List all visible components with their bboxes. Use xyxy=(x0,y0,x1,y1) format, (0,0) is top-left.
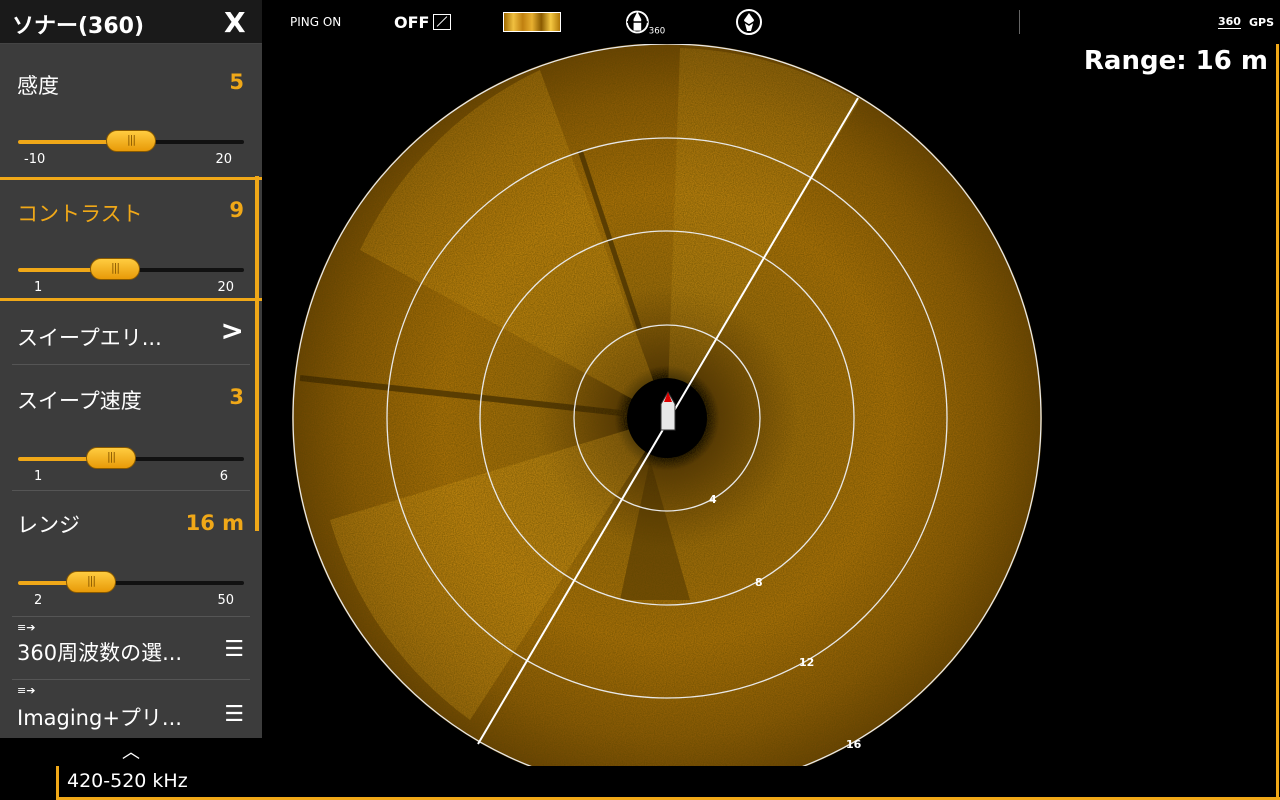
off-toggle-icon xyxy=(433,14,452,30)
contrast-label: コントラスト xyxy=(17,202,143,226)
off-button[interactable]: OFF xyxy=(394,0,452,44)
ring-label-4: 4 xyxy=(709,493,717,506)
sensitivity-value: 5 xyxy=(229,70,244,94)
close-panel-button[interactable]: X xyxy=(224,6,246,39)
shortcut-arrow-icon: ≡➔ xyxy=(17,684,36,697)
sweep-area-row[interactable]: スイープエリ... > xyxy=(0,304,262,364)
contrast-row: コントラスト 9 1 20 xyxy=(0,177,262,301)
sensitivity-label: 感度 xyxy=(17,74,59,98)
sweep-speed-row: スイープ速度 3 1 6 xyxy=(0,365,262,490)
sonar-360-status-icon[interactable]: 360 xyxy=(1218,0,1241,44)
sweep-area-label: スイープエリ... xyxy=(17,326,162,350)
contrast-value: 9 xyxy=(229,198,244,222)
sweep-speed-value: 3 xyxy=(229,385,244,409)
ping-on-button[interactable]: PING ON xyxy=(290,0,341,44)
toolbar-divider xyxy=(1019,10,1020,34)
panel-title: ソナー(360) xyxy=(12,14,145,39)
range-max: 50 xyxy=(217,593,234,608)
boat-heading-icon xyxy=(736,9,762,35)
gps-label: GPS xyxy=(1249,15,1275,29)
contrast-slider-thumb[interactable] xyxy=(90,258,140,280)
sweep-speed-label: スイープ速度 xyxy=(17,389,142,413)
list-menu-icon: ☰ xyxy=(224,702,244,727)
panel-title-bar: ソナー(360) X xyxy=(0,0,262,44)
boat-360-view-button[interactable]: 360 xyxy=(625,0,665,44)
palette-swatch-button[interactable] xyxy=(503,0,561,44)
sweep-speed-slider[interactable] xyxy=(18,447,244,469)
sensitivity-slider[interactable] xyxy=(18,130,244,152)
contrast-max: 20 xyxy=(217,280,234,295)
range-readout: Range: 16 m xyxy=(1083,46,1268,76)
off-label: OFF xyxy=(394,12,430,32)
range-value: 16 m xyxy=(185,511,244,535)
chevron-right-icon: > xyxy=(220,314,244,347)
contrast-slider[interactable] xyxy=(18,258,244,280)
ring-label-16: 16 xyxy=(846,738,862,751)
frequency-status: 420-520 kHz xyxy=(56,766,1280,800)
imaging-preset-label: Imaging+プリ... xyxy=(17,706,182,730)
ring-label-8: 8 xyxy=(755,576,763,589)
range-slider[interactable] xyxy=(18,571,244,593)
top-toolbar: ソナー(360) X PING ON OFF 360 360 GPS xyxy=(0,0,1280,44)
sonar-360-label: 360 xyxy=(1218,15,1241,29)
frequency-label: 420-520 kHz xyxy=(67,770,188,792)
sonar-settings-panel: 感度 5 -10 20 コントラスト 9 1 20 スイープエリ... > スイ… xyxy=(0,44,262,766)
svg-text:360: 360 xyxy=(649,26,665,36)
sweep-speed-min: 1 xyxy=(34,469,43,484)
sensitivity-row: 感度 5 -10 20 xyxy=(0,44,262,172)
gps-status-icon[interactable]: GPS xyxy=(1249,0,1274,44)
sweep-speed-slider-thumb[interactable] xyxy=(86,447,136,469)
freq-select-row[interactable]: ≡➔ 360周波数の選... ☰ xyxy=(0,617,262,679)
sensitivity-max: 20 xyxy=(215,152,232,167)
shortcut-arrow-icon: ≡➔ xyxy=(17,621,36,634)
range-min: 2 xyxy=(34,593,43,608)
panel-scrollbar[interactable] xyxy=(255,176,259,531)
imaging-preset-row[interactable]: ≡➔ Imaging+プリ... ☰ xyxy=(0,680,262,738)
palette-swatch-icon xyxy=(503,12,561,32)
sonar-360-view[interactable]: 4 8 12 16 xyxy=(262,44,1276,766)
boat-360-icon: 360 xyxy=(625,10,665,36)
range-label: レンジ xyxy=(17,513,80,537)
chevron-up-icon: ︿ xyxy=(122,742,140,763)
list-menu-icon: ☰ xyxy=(224,637,244,662)
ring-label-12: 12 xyxy=(799,656,814,669)
sensitivity-slider-thumb[interactable] xyxy=(106,130,156,152)
contrast-min: 1 xyxy=(34,280,43,295)
range-row: レンジ 16 m 2 50 xyxy=(0,491,262,616)
view-border xyxy=(1276,44,1279,800)
ping-on-label: PING ON xyxy=(290,15,342,29)
freq-select-label: 360周波数の選... xyxy=(17,641,183,665)
boat-heading-button[interactable] xyxy=(734,0,764,44)
sensitivity-min: -10 xyxy=(24,152,46,167)
sweep-speed-max: 6 xyxy=(219,469,228,484)
range-slider-thumb[interactable] xyxy=(66,571,116,593)
collapse-panel-button[interactable]: ︿ xyxy=(0,738,262,766)
